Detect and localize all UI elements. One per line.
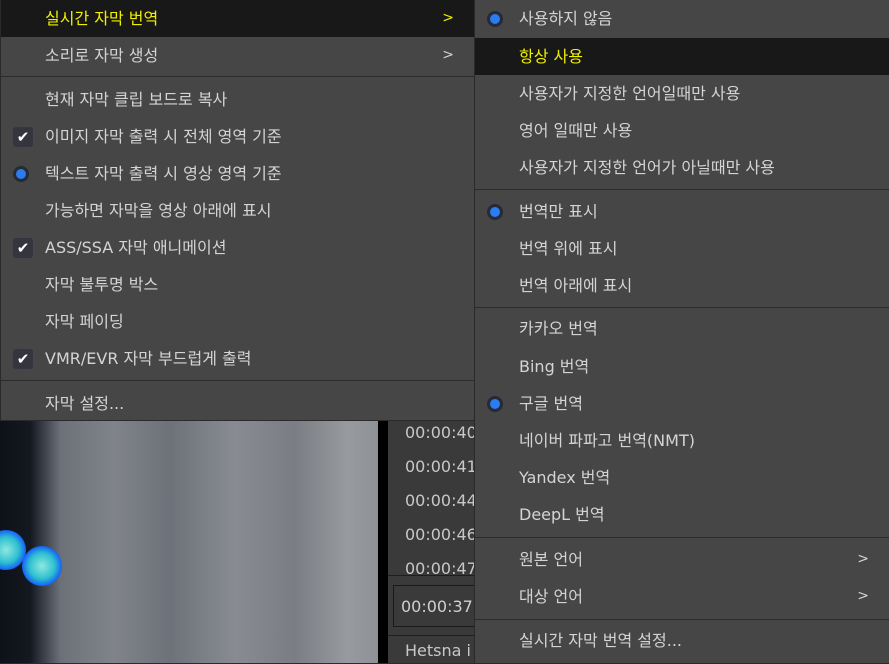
menu-item-label: 원본 언어 [519,550,583,569]
menu-item-label: 자막 설정... [45,394,125,413]
menu-item-deepl-번역[interactable]: DeepL 번역 [475,496,889,533]
menu-item-실시간-자막-번역[interactable]: 실시간 자막 번역 > [1,0,474,37]
subtitle-list-panel: 00:00:40 00:00:41 00:00:44 00:00:46 00:0… [388,420,493,663]
divider [388,635,488,636]
menu-item-label: 가능하면 자막을 영상 아래에 표시 [45,201,272,220]
radio-selected-icon [13,166,29,182]
menu-item-yandex-번역[interactable]: Yandex 번역 [475,459,889,496]
menu-item-label: 네이버 파파고 번역(NMT) [519,431,695,450]
menu-item-자막-페이딩[interactable]: 자막 페이딩 [1,303,474,340]
menu-item-원본-언어[interactable]: 원본 언어 > [475,541,889,578]
menu-item-label: 사용자가 지정한 언어일때만 사용 [519,84,741,103]
menu-item-label: VMR/EVR 자막 부드럽게 출력 [45,349,252,368]
menu-separator [1,76,474,77]
menu-separator [1,380,474,381]
menu-item-번역-아래에-표시[interactable]: 번역 아래에 표시 [475,267,889,304]
timestamp[interactable]: 00:00:46 [405,525,477,544]
menu-item-소리로-자막-생성[interactable]: 소리로 자막 생성 > [1,37,474,74]
menu-item-label: 구글 번역 [519,394,583,413]
menu-item-label: 실시간 자막 번역 [45,9,159,28]
subtitle-context-menu: 실시간 자막 번역 > 소리로 자막 생성 > 현재 자막 클립 보드로 복사 ✔ 이미지 … [0,0,475,421]
menu-item-현재-자막-클립-보드로-복사[interactable]: 현재 자막 클립 보드로 복사 [1,81,474,118]
menu-item-실시간-자막-번역-설정[interactable]: 실시간 자막 번역 설정... [475,622,889,659]
menu-separator [475,189,889,190]
menu-item-label: Bing 번역 [519,357,590,376]
menu-item-label: Yandex 번역 [519,468,611,487]
menu-item-자막-설정[interactable]: 자막 설정... [1,385,474,422]
menu-item-label: 자막 불투명 박스 [45,275,159,294]
menu-item-ass-ssa-자막-애니메이션[interactable]: ✔ ASS/SSA 자막 애니메이션 [1,229,474,266]
menu-item-label: 번역 아래에 표시 [519,276,633,295]
menu-item-자막-불투명-박스[interactable]: 자막 불투명 박스 [1,266,474,303]
menu-item-대상-언어[interactable]: 대상 언어 > [475,578,889,615]
menu-item-label: 실시간 자막 번역 설정... [519,631,682,650]
radio-selected-icon [487,11,503,27]
timestamp[interactable]: 00:00:44 [405,491,477,510]
divider [388,575,488,576]
timestamp[interactable]: 00:00:40 [405,423,477,442]
chevron-right-icon: > [857,588,869,604]
video-frame [0,420,378,663]
menu-item-번역만-표시[interactable]: 번역만 표시 [475,193,889,230]
realtime-translation-submenu: 사용하지 않음항상 사용사용자가 지정한 언어일때만 사용영어 일때만 사용사용… [474,0,889,664]
chevron-right-icon: > [442,47,454,63]
menu-item-영어-일때만-사용[interactable]: 영어 일때만 사용 [475,112,889,149]
menu-item-label: 번역만 표시 [519,202,598,221]
checkmark-icon: ✔ [13,349,33,369]
menu-item-항상-사용[interactable]: 항상 사용 [475,38,889,75]
menu-item-가능하면-자막을-영상-아래에-표시[interactable]: 가능하면 자막을 영상 아래에 표시 [1,192,474,229]
timestamp[interactable]: 00:00:41 [405,457,477,476]
menu-item-label: 자막 페이딩 [45,312,124,331]
menu-separator [475,619,889,620]
light-bokeh [22,546,62,586]
radio-selected-icon [487,396,503,412]
menu-separator [475,307,889,308]
menu-item-번역-위에-표시[interactable]: 번역 위에 표시 [475,230,889,267]
menu-item-label: 소리로 자막 생성 [45,46,159,65]
menu-item-label: 카카오 번역 [519,319,598,338]
menu-item-label: ASS/SSA 자막 애니메이션 [45,238,227,257]
menu-item-bing-번역[interactable]: Bing 번역 [475,348,889,385]
menu-item-label: 텍스트 자막 출력 시 영상 영역 기준 [45,164,282,183]
checkmark-icon: ✔ [13,238,33,258]
chevron-right-icon: > [857,551,869,567]
menu-item-label: 대상 언어 [519,587,583,606]
divider [378,420,388,663]
menu-item-사용자가-지정한-언어일때만-사용[interactable]: 사용자가 지정한 언어일때만 사용 [475,75,889,112]
menu-item-네이버-파파고-번역-nmt[interactable]: 네이버 파파고 번역(NMT) [475,422,889,459]
subtitle-text: Hetsna i [405,641,471,660]
menu-item-label: 사용자가 지정한 언어가 아닐때만 사용 [519,158,775,177]
menu-item-label: 항상 사용 [519,47,583,66]
menu-item-label: 번역 위에 표시 [519,239,618,258]
chevron-right-icon: > [442,10,454,26]
menu-item-텍스트-자막-출력-시-영상-영역-기준[interactable]: 텍스트 자막 출력 시 영상 영역 기준 [1,155,474,192]
menu-item-구글-번역[interactable]: 구글 번역 [475,385,889,422]
menu-item-사용하지-않음[interactable]: 사용하지 않음 [475,0,889,37]
menu-item-label: 이미지 자막 출력 시 전체 영역 기준 [45,127,282,146]
menu-item-카카오-번역[interactable]: 카카오 번역 [475,310,889,347]
menu-item-label: 사용하지 않음 [519,9,613,28]
radio-selected-icon [487,204,503,220]
menu-separator [475,537,889,538]
menu-item-vmr-evr-자막-부드럽게-출력[interactable]: ✔ VMR/EVR 자막 부드럽게 출력 [1,340,474,377]
checkmark-icon: ✔ [13,127,33,147]
menu-item-사용자가-지정한-언어가-아닐때만-사용[interactable]: 사용자가 지정한 언어가 아닐때만 사용 [475,149,889,186]
menu-item-label: DeepL 번역 [519,505,605,524]
menu-item-label: 영어 일때만 사용 [519,121,633,140]
menu-item-label: 현재 자막 클립 보드로 복사 [45,90,228,109]
menu-item-이미지-자막-출력-시-전체-영역-기준[interactable]: ✔ 이미지 자막 출력 시 전체 영역 기준 [1,118,474,155]
